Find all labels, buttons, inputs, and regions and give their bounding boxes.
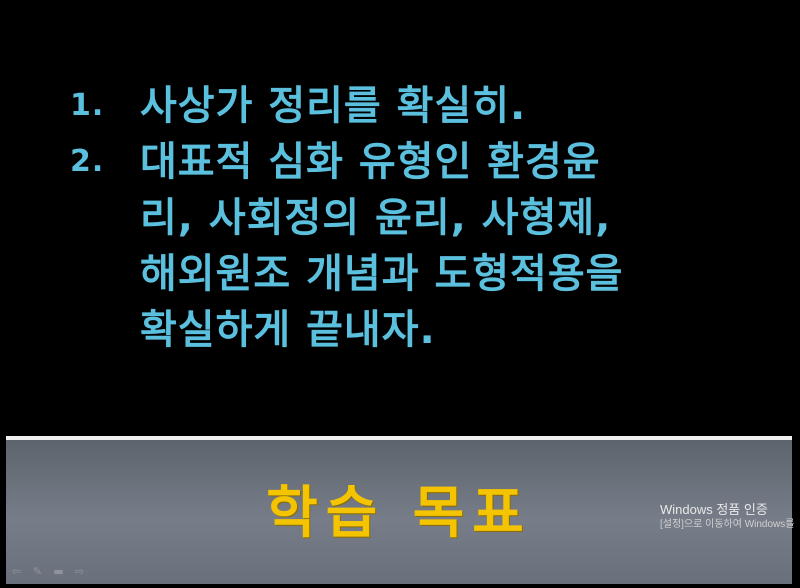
list-item: 2. 대표적 심화 유형인 환경윤 리, 사회정의 윤리, 사형제, 해외원조 …	[70, 134, 770, 358]
objective-list: 1. 사상가 정리를 확실히. 2. 대표적 심화 유형인 환경윤 리, 사회정…	[70, 78, 770, 358]
windows-activation-watermark: Windows 정품 인증 [설정]으로 이동하여 Windows를	[660, 502, 800, 532]
pen-icon[interactable]: ✎	[31, 566, 44, 578]
list-number: 2.	[70, 144, 105, 179]
list-text: 대표적 심화 유형인 환경윤 리, 사회정의 윤리, 사형제, 해외원조 개념과…	[140, 139, 624, 353]
watermark-title: Windows 정품 인증	[660, 502, 768, 517]
list-item: 1. 사상가 정리를 확실히.	[70, 78, 770, 134]
list-text: 사상가 정리를 확실히.	[140, 83, 527, 129]
slideshow-controls: ⇦ ✎ ▬ ⇨	[10, 566, 86, 578]
arrow-left-icon[interactable]: ⇦	[10, 566, 23, 578]
slide-menu-icon[interactable]: ▬	[52, 566, 65, 578]
list-number: 1.	[70, 88, 105, 123]
watermark-subtitle: [설정]으로 이동하여 Windows를	[660, 519, 795, 530]
arrow-right-icon[interactable]: ⇨	[73, 566, 86, 578]
slide-content: 1. 사상가 정리를 확실히. 2. 대표적 심화 유형인 환경윤 리, 사회정…	[0, 0, 800, 436]
